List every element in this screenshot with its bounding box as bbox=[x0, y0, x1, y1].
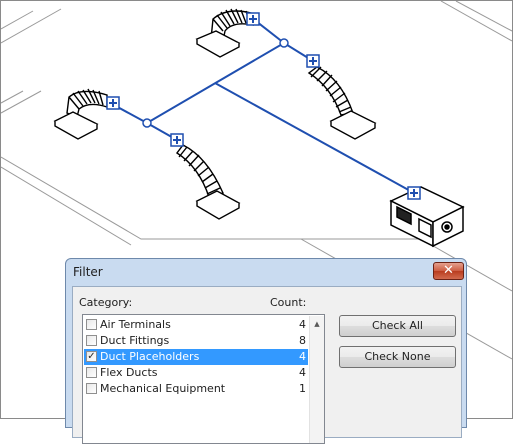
item-count: 1 bbox=[299, 382, 306, 395]
checkbox[interactable] bbox=[86, 367, 97, 378]
list-item-flex-ducts[interactable]: Flex Ducts 4 bbox=[84, 365, 308, 381]
close-icon: ✕ bbox=[443, 263, 454, 278]
item-name: Air Terminals bbox=[100, 318, 171, 331]
list-scrollbar[interactable]: ▲ bbox=[309, 316, 324, 443]
count-label: Count: bbox=[270, 296, 307, 309]
checkbox[interactable] bbox=[86, 383, 97, 394]
list-item-duct-fittings[interactable]: Duct Fittings 8 bbox=[84, 333, 308, 349]
check-icon: ✓ bbox=[87, 351, 96, 362]
dialog-body: Category: Count: Air Terminals 4 Duct Fi… bbox=[72, 286, 462, 444]
list-item-air-terminals[interactable]: Air Terminals 4 bbox=[84, 317, 308, 333]
check-none-button[interactable]: Check None bbox=[339, 346, 456, 368]
checkbox[interactable] bbox=[86, 335, 97, 346]
flex-duct-right[interactable] bbox=[307, 66, 377, 140]
item-name: Duct Placeholders bbox=[100, 350, 200, 363]
check-all-button[interactable]: Check All bbox=[339, 315, 456, 337]
flex-duct-bottom[interactable] bbox=[175, 144, 241, 220]
item-name: Duct Fittings bbox=[100, 334, 170, 347]
checkbox-checked[interactable]: ✓ bbox=[86, 351, 97, 362]
flex-duct-left[interactable] bbox=[53, 88, 108, 140]
mechanical-equipment-unit[interactable] bbox=[389, 186, 465, 248]
close-button[interactable]: ✕ bbox=[433, 262, 464, 280]
item-count: 4 bbox=[299, 366, 306, 379]
scroll-up-icon[interactable]: ▲ bbox=[310, 316, 324, 332]
dialog-title: Filter bbox=[73, 265, 103, 279]
checkbox[interactable] bbox=[86, 319, 97, 330]
list-item-duct-placeholders[interactable]: ✓ Duct Placeholders 4 bbox=[84, 349, 308, 365]
duct-placeholder-lines[interactable] bbox=[111, 17, 415, 194]
item-count: 4 bbox=[299, 318, 306, 331]
item-name: Flex Ducts bbox=[100, 366, 158, 379]
list-item-mechanical-equipment[interactable]: Mechanical Equipment 1 bbox=[84, 381, 308, 397]
item-name: Mechanical Equipment bbox=[100, 382, 226, 395]
item-count: 4 bbox=[299, 350, 306, 363]
item-count: 8 bbox=[299, 334, 306, 347]
category-list[interactable]: Air Terminals 4 Duct Fittings 8 ✓ Duct P… bbox=[82, 314, 325, 444]
category-label: Category: bbox=[79, 296, 133, 309]
flex-duct-top[interactable] bbox=[195, 8, 254, 58]
filter-dialog: Filter ✕ Category: Count: Air Terminals … bbox=[65, 258, 467, 444]
